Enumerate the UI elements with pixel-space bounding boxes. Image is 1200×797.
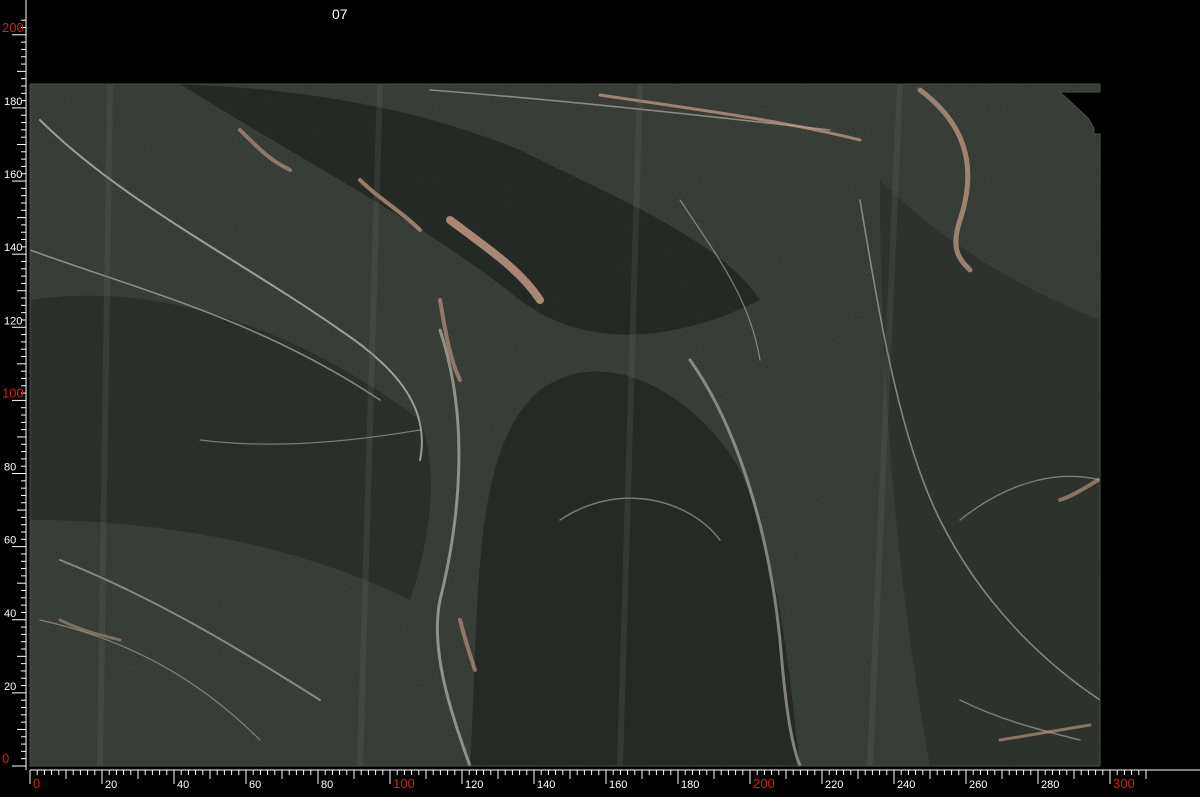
x-tick-label: 300: [1113, 776, 1135, 791]
y-tick-label: 200: [2, 20, 24, 35]
x-tick-label: 160: [609, 779, 627, 791]
y-tick-label: 100: [2, 385, 24, 400]
x-tick-label: 180: [681, 779, 699, 791]
x-tick-label: 80: [321, 779, 333, 791]
x-tick-label: 280: [1041, 779, 1059, 791]
y-tick-label: 120: [4, 315, 22, 327]
y-tick-label: 160: [4, 169, 22, 181]
y-tick-label: 60: [4, 535, 16, 547]
x-tick-label: 60: [249, 779, 261, 791]
x-tick-label: 200: [753, 776, 775, 791]
x-tick-label: 20: [105, 779, 117, 791]
y-axis-ruler: 0 20 40 60 80 100 120 140 160 180 200: [2, 0, 27, 770]
x-tick-label: 220: [825, 779, 843, 791]
y-tick-label: 180: [4, 96, 22, 108]
y-tick-label: 0: [2, 751, 9, 766]
granite-slab-image: [30, 84, 1100, 766]
x-tick-label: 140: [537, 779, 555, 791]
x-tick-label: 260: [969, 779, 987, 791]
slab-viewer: 07 0 20 40 60 80 100 120 140 160 180 200…: [0, 0, 1200, 797]
y-tick-label: 80: [4, 462, 16, 474]
x-tick-label: 120: [465, 779, 483, 791]
y-tick-label: 40: [4, 608, 16, 620]
y-tick-label: 140: [4, 242, 22, 254]
x-tick-label: 0: [33, 776, 40, 791]
x-axis-ruler: 0 20 40 60 80 100 120 140 160 180 200 220 240 260 280 3…: [29, 769, 1200, 791]
x-tick-label: 100: [393, 776, 415, 791]
x-tick-label: 240: [897, 779, 915, 791]
y-tick-label: 20: [4, 681, 16, 693]
x-tick-label: 40: [177, 779, 189, 791]
slab-measurement-canvas: 0 20 40 60 80 100 120 140 160 180 200 220 240 260 280 3…: [2, 0, 1200, 791]
